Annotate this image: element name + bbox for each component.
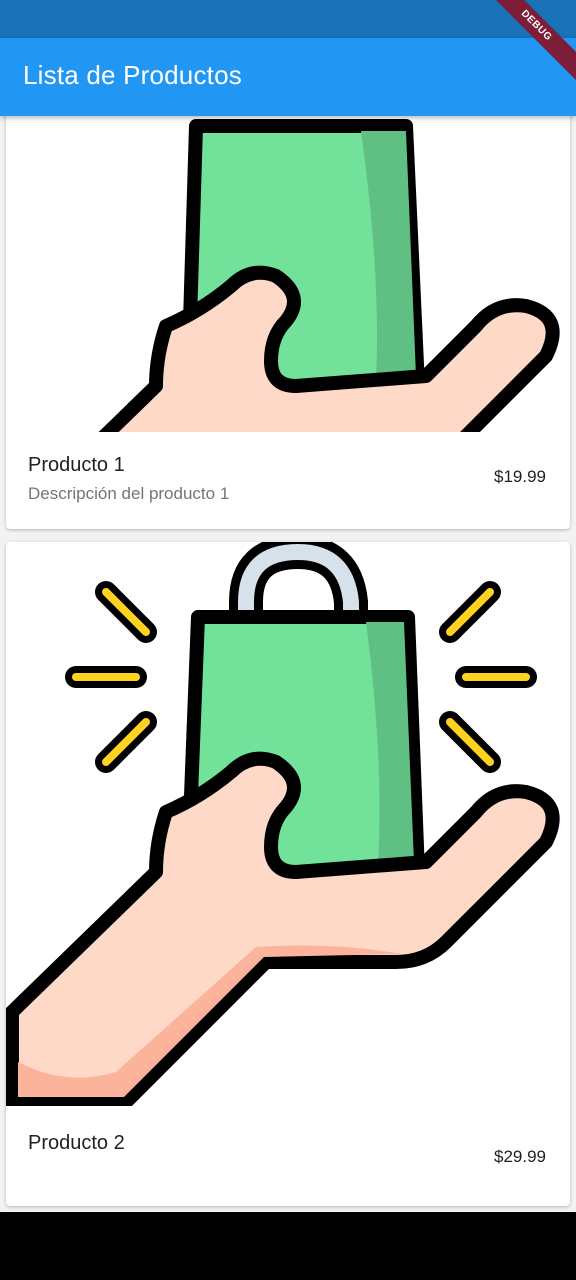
product-card[interactable]: Producto 1 Descripción del producto 1 $1… — [6, 116, 570, 529]
page-title: Lista de Productos — [23, 60, 242, 90]
hand-receiving-shopping-bag-icon — [6, 542, 560, 1106]
hand-receiving-shopping-bag-icon — [98, 119, 560, 432]
status-bar — [0, 0, 576, 38]
product-list[interactable]: Producto 1 Descripción del producto 1 $1… — [0, 116, 576, 1212]
product-card[interactable]: Producto 2 $29.99 — [6, 542, 570, 1206]
app-bar: Lista de Productos — [0, 38, 576, 116]
product-image — [6, 116, 570, 432]
product-price: $29.99 — [494, 1147, 546, 1166]
product-price: $19.99 — [494, 467, 546, 486]
product-image — [6, 542, 570, 1106]
product-name: Producto 2 — [28, 1132, 125, 1154]
product-description: Descripción del producto 1 — [28, 484, 230, 503]
product-name: Producto 1 — [28, 454, 125, 476]
system-navigation-bar — [0, 1212, 576, 1280]
